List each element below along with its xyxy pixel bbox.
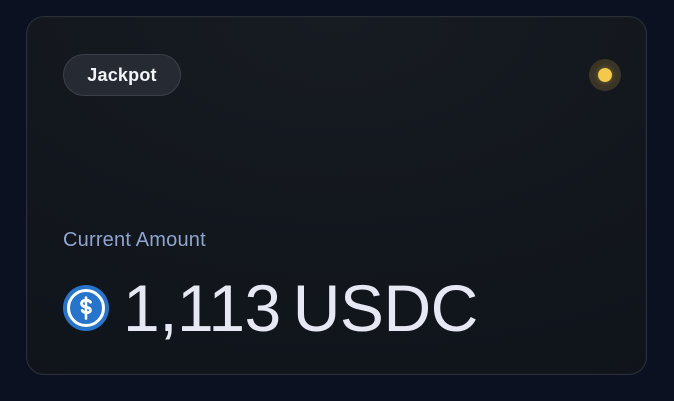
amount-currency: USDC xyxy=(292,271,479,345)
jackpot-badge-label: Jackpot xyxy=(87,64,157,85)
status-indicator xyxy=(589,59,621,91)
jackpot-badge: Jackpot xyxy=(63,54,181,96)
status-dot-icon xyxy=(598,68,612,82)
current-amount-label: Current Amount xyxy=(63,229,206,251)
amount-row: 1,113 USDC xyxy=(63,275,478,341)
jackpot-card: Jackpot Current Amount 1,113 USDC xyxy=(26,16,647,375)
current-amount-value: 1,113 USDC xyxy=(123,275,478,341)
amount-number: 1,113 xyxy=(123,271,281,345)
usdc-coin-icon xyxy=(63,285,109,331)
